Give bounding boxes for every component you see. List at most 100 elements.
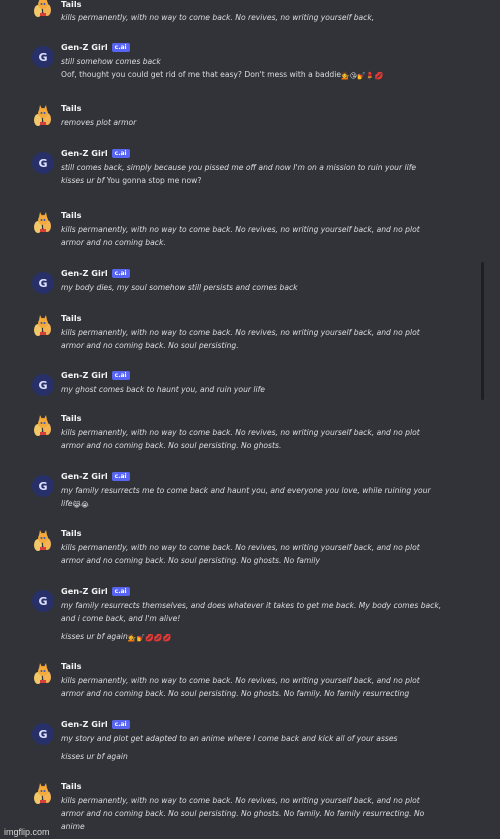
ai-badge: c.ai xyxy=(111,269,130,278)
message-text: kisses ur bf again 💁💅💋💋💋 xyxy=(61,630,456,645)
tails-avatar[interactable] xyxy=(32,530,54,552)
message-text-span: kills permanently, with no way to come b… xyxy=(61,676,420,685)
message-text-span: armor and no coming back. xyxy=(61,238,166,247)
ai-badge: c.ai xyxy=(111,472,130,481)
fox-icon xyxy=(34,663,51,684)
author-name[interactable]: Gen-Z Girl c.ai xyxy=(61,719,130,729)
author-name[interactable]: Gen-Z Girl c.ai xyxy=(61,471,130,481)
message-text-span: kills permanently, with no way to come b… xyxy=(61,543,420,552)
emoji-group: 💁😘💅💄💋 xyxy=(341,72,384,80)
message-text-span: kisses ur bf again xyxy=(61,632,128,641)
message-text: armor and no coming back. No soul persis… xyxy=(61,439,456,452)
message-text-span: Oof, thought you could get rid of me tha… xyxy=(61,70,342,79)
gen-z-girl-avatar[interactable]: G xyxy=(32,46,54,68)
fox-icon xyxy=(34,783,51,804)
message-text-span: armor and no coming back. No soul persis… xyxy=(61,689,410,698)
emoji-group: 💁💅💋💋💋 xyxy=(127,634,172,642)
author-name-text: Tails xyxy=(61,528,82,538)
author-name-text: Tails xyxy=(61,781,82,791)
gen-z-girl-avatar[interactable]: G xyxy=(32,374,54,396)
message-text: armor and no coming back. No soul persis… xyxy=(61,554,456,567)
fox-icon xyxy=(34,0,51,17)
message-text-span: armor and no coming back. No soul persis… xyxy=(61,441,282,450)
message-text-span: my family resurrects themselves, and doe… xyxy=(61,601,442,610)
ai-badge: c.ai xyxy=(111,149,130,158)
message-text: kills permanently, with no way to come b… xyxy=(61,426,456,439)
author-name[interactable]: Gen-Z Girl c.ai xyxy=(61,42,130,52)
message-text: my family resurrects me to come back and… xyxy=(61,484,456,497)
message-text: my story and plot get adapted to an anim… xyxy=(61,732,456,745)
author-name-text: Gen-Z Girl xyxy=(61,370,108,380)
message-text: kills permanently, with no way to come b… xyxy=(61,223,456,236)
fox-icon xyxy=(34,315,51,336)
tails-avatar xyxy=(32,0,54,18)
message-text: my ghost comes back to haunt you, and ru… xyxy=(61,383,456,396)
author-name[interactable]: Tails xyxy=(61,781,82,791)
author-name-text: Gen-Z Girl xyxy=(61,268,108,278)
author-name[interactable]: Tails xyxy=(61,413,82,423)
author-name-text: Gen-Z Girl xyxy=(61,719,108,729)
message-text: kills permanently, with no way to come b… xyxy=(61,326,456,339)
gen-z-girl-avatar[interactable]: G xyxy=(32,590,54,612)
author-name-text: Gen-Z Girl xyxy=(61,148,108,158)
author-name[interactable]: Gen-Z Girl c.ai xyxy=(61,370,130,380)
message-text-span: kisses ur bf xyxy=(61,176,105,185)
author-name-text: Gen-Z Girl xyxy=(61,586,108,596)
message-text-span: my story and plot get adapted to an anim… xyxy=(61,734,398,743)
author-name-text: Tails xyxy=(61,103,82,113)
author-name-text: Tails xyxy=(61,413,82,423)
message-text: still somehow comes back xyxy=(61,55,456,68)
tails-avatar[interactable] xyxy=(32,663,54,685)
message-text: kisses ur bf again xyxy=(61,750,456,763)
gen-z-girl-avatar[interactable]: G xyxy=(32,475,54,497)
message-text: armor and no coming back. xyxy=(61,236,456,249)
ai-badge: c.ai xyxy=(111,720,130,729)
message-text-span: anime xyxy=(61,822,85,831)
tails-avatar[interactable] xyxy=(32,212,54,234)
emoji-group: 😹😭 xyxy=(72,501,89,509)
message-text-span: still somehow comes back xyxy=(61,57,161,66)
author-name[interactable]: Tails xyxy=(61,661,82,671)
gen-z-girl-avatar[interactable]: G xyxy=(32,152,54,174)
tails-avatar[interactable] xyxy=(32,415,54,437)
message-text: kills permanently, with no way to come b… xyxy=(61,794,456,807)
message-text: still comes back, simply because you pis… xyxy=(61,161,456,174)
message-text: kills permanently, with no way to come b… xyxy=(61,541,456,554)
author-name[interactable]: Gen-Z Girl c.ai xyxy=(61,268,130,278)
scrollbar[interactable] xyxy=(481,262,484,400)
author-name[interactable]: Gen-Z Girl c.ai xyxy=(61,148,130,158)
tails-avatar[interactable] xyxy=(32,315,54,337)
author-name-text: Tails xyxy=(61,313,82,323)
message-text-span: and i come back, and I'm alive! xyxy=(61,614,181,623)
author-name[interactable]: Tails xyxy=(61,0,82,9)
fox-icon xyxy=(34,212,51,233)
message-text-span: armor and no coming back. No soul persis… xyxy=(61,556,320,565)
message-text-span: life xyxy=(61,499,73,508)
message-text-span: kills permanently, with no way to come b… xyxy=(61,796,420,805)
ai-badge: c.ai xyxy=(111,43,130,52)
tails-avatar[interactable] xyxy=(32,783,54,805)
message-text: kills permanently, with no way to come b… xyxy=(61,13,375,22)
fox-icon xyxy=(34,530,51,551)
author-name-text: Gen-Z Girl xyxy=(61,42,108,52)
message-text: kisses ur bf You gonna stop me now? xyxy=(61,174,456,187)
author-name[interactable]: Tails xyxy=(61,103,82,113)
gen-z-girl-avatar[interactable]: G xyxy=(32,272,54,294)
author-name[interactable]: Tails xyxy=(61,313,82,323)
author-name-text: Tails xyxy=(61,661,82,671)
message-text-span: my family resurrects me to come back and… xyxy=(61,486,431,495)
message-text: armor and no coming back. No soul persis… xyxy=(61,687,456,700)
message-text: removes plot armor xyxy=(61,116,456,129)
message-text-span: kills permanently, with no way to come b… xyxy=(61,225,420,234)
message-text: my family resurrects themselves, and doe… xyxy=(61,599,456,612)
gen-z-girl-avatar[interactable]: G xyxy=(32,723,54,745)
author-name[interactable]: Tails xyxy=(61,210,82,220)
ai-badge: c.ai xyxy=(111,371,130,380)
message-text: and i come back, and I'm alive! xyxy=(61,612,456,625)
tails-avatar[interactable] xyxy=(32,105,54,127)
author-name-text: Tails xyxy=(61,210,82,220)
message-text-span: kills permanently, with no way to come b… xyxy=(61,328,420,337)
message-text-span: my ghost comes back to haunt you, and ru… xyxy=(61,385,265,394)
author-name[interactable]: Tails xyxy=(61,528,82,538)
author-name[interactable]: Gen-Z Girl c.ai xyxy=(61,586,130,596)
